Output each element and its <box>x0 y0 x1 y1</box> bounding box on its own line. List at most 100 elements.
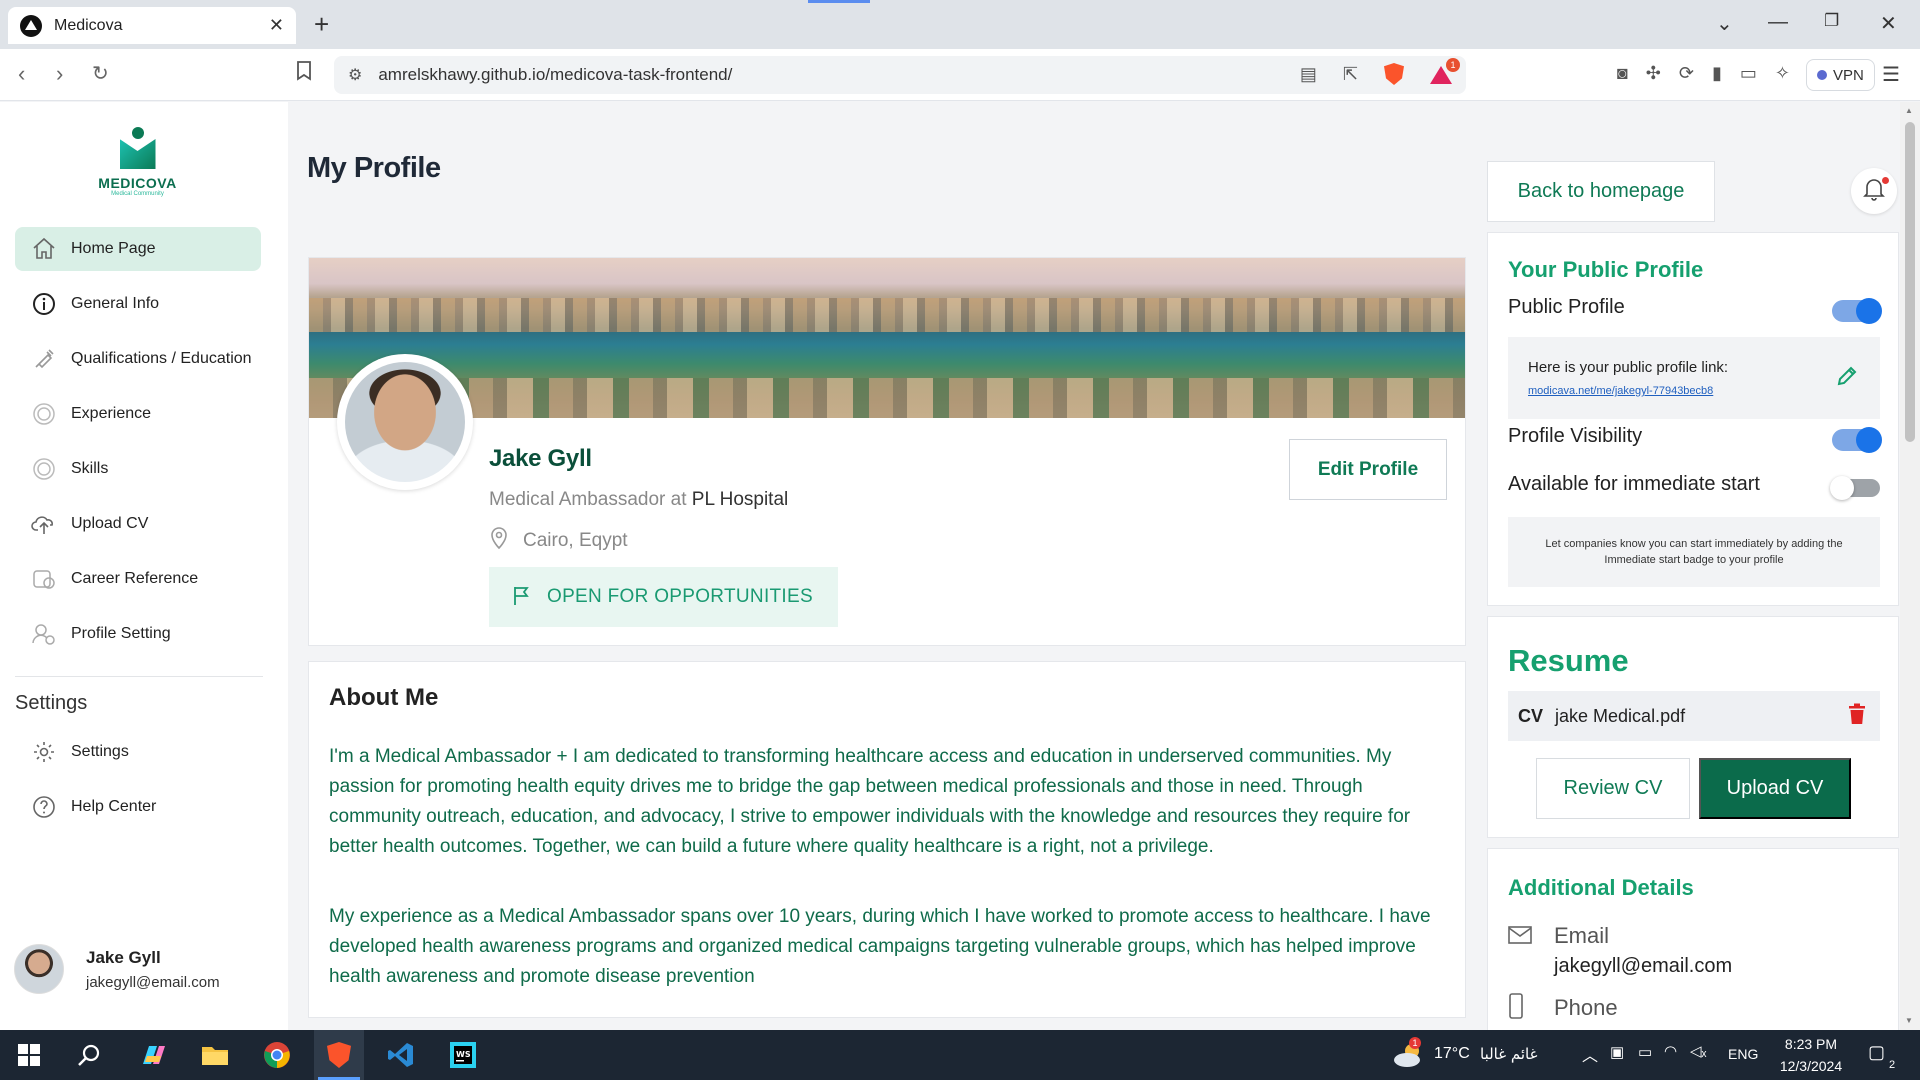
about-card: About Me I'm a Medical Ambassador + I am… <box>308 661 1466 1018</box>
sidebar-user[interactable]: Jake Gyll jakegyll@email.com <box>14 944 220 994</box>
rewards-badge: 1 <box>1446 58 1460 72</box>
window-close-icon[interactable]: ✕ <box>1880 11 1897 36</box>
sidebar-item-general-info[interactable]: General Info <box>15 282 261 326</box>
scroll-down-icon[interactable]: ▼ <box>1905 1016 1913 1025</box>
wallet-icon[interactable]: ▭ <box>1740 63 1757 84</box>
trash-icon[interactable] <box>1848 703 1866 730</box>
notification-dot <box>1882 177 1889 184</box>
share-icon[interactable]: ⇱ <box>1343 64 1358 85</box>
scroll-up-icon[interactable]: ▲ <box>1905 106 1913 115</box>
profile-link-box: Here is your public profile link: modica… <box>1508 337 1880 419</box>
immediate-start-hint: Let companies know you can start immedia… <box>1508 517 1880 587</box>
sidebar-item-settings[interactable]: Settings <box>15 730 261 774</box>
copilot-app[interactable] <box>128 1030 178 1080</box>
leo-icon[interactable]: ⟳ <box>1679 63 1694 84</box>
sidebar-item-qualifications[interactable]: Qualifications / Education <box>15 337 261 381</box>
language-indicator[interactable]: ENG <box>1728 1046 1758 1062</box>
brave-rewards-icon[interactable]: 1 <box>1430 58 1460 84</box>
pencil-edit-icon[interactable] <box>1836 365 1858 392</box>
minimize-icon[interactable]: — <box>1768 11 1788 34</box>
menu-icon[interactable]: ☰ <box>1882 62 1900 87</box>
reader-icon[interactable]: ▤ <box>1300 64 1317 85</box>
medicova-logo[interactable]: MEDICOVA Medical Community <box>95 127 180 202</box>
brave-shields-icon[interactable] <box>1384 63 1404 85</box>
battery-icon[interactable]: ▭ <box>1638 1043 1652 1061</box>
sidebar-item-experience[interactable]: Experience <box>15 392 261 436</box>
search-button[interactable] <box>64 1030 114 1080</box>
sidebar-item-upload-cv[interactable]: Upload CV <box>15 502 261 546</box>
upload-cv-button[interactable]: Upload CV <box>1699 758 1851 819</box>
new-tab-icon[interactable]: + <box>314 10 329 38</box>
file-explorer-app[interactable] <box>190 1030 240 1080</box>
immediate-start-toggle[interactable] <box>1830 476 1880 500</box>
flag-icon <box>511 584 533 611</box>
sidebar-item-home[interactable]: Home Page <box>15 227 261 271</box>
webstorm-app[interactable]: WS <box>438 1030 488 1080</box>
vscode-app[interactable] <box>376 1030 426 1080</box>
ai-icon[interactable]: ✧ <box>1775 63 1790 84</box>
meet-icon[interactable]: ▣ <box>1610 1043 1624 1061</box>
reload-icon[interactable]: ↻ <box>92 61 109 86</box>
cloud-upload-icon <box>31 511 57 537</box>
review-cv-button[interactable]: Review CV <box>1536 758 1690 819</box>
clock-date[interactable]: 12/3/2024 <box>1772 1058 1850 1074</box>
logo-subtext: Medical Community <box>111 191 164 197</box>
screenshot-icon[interactable]: ◙ <box>1617 63 1628 84</box>
logo-text: MEDICOVA <box>98 175 177 191</box>
wifi-icon[interactable]: ◠ <box>1664 1042 1677 1060</box>
phone-icon <box>1508 993 1524 1024</box>
organization-name: PL Hospital <box>691 489 789 510</box>
start-button[interactable] <box>4 1030 54 1080</box>
tab-search-chevron-icon[interactable]: ⌄ <box>1716 11 1733 36</box>
tray-overflow-icon[interactable]: ︿ <box>1582 1042 1598 1066</box>
profile-link-url[interactable]: modicava.net/me/jakegyl-77943becb8 <box>1528 385 1713 397</box>
sidebar-item-label: Career Reference <box>71 570 199 587</box>
sidebar-item-label: General Info <box>71 295 160 312</box>
about-title: About Me <box>329 684 439 711</box>
address-bar[interactable]: ⚙ amrelskhawy.github.io/medicova-task-fr… <box>334 56 1466 94</box>
sidebar-item-label: Help Center <box>71 798 157 815</box>
notification-center-icon[interactable]: ▢ <box>1868 1042 1885 1063</box>
public-profile-toggle[interactable] <box>1832 298 1882 324</box>
weather-temp[interactable]: 17°C <box>1434 1045 1470 1063</box>
chrome-app[interactable] <box>252 1030 302 1080</box>
status-badge: OPEN FOR OPPORTUNITIES <box>489 567 838 627</box>
page-viewport: MEDICOVA Medical Community Home Page Gen… <box>0 102 1920 1038</box>
sidebar-icon[interactable]: ▮ <box>1712 63 1722 84</box>
back-to-homepage-button[interactable]: Back to homepage <box>1487 161 1715 222</box>
badge-icon <box>31 456 57 482</box>
about-paragraph: I'm a Medical Ambassador + I am dedicate… <box>329 746 1411 857</box>
scrollbar-thumb[interactable] <box>1905 122 1915 442</box>
edit-profile-button[interactable]: Edit Profile <box>1289 439 1447 500</box>
weather-condition[interactable]: غائم غالبا <box>1480 1045 1537 1063</box>
bookmark-icon[interactable] <box>296 61 312 87</box>
site-info-icon[interactable]: ⚙ <box>348 65 362 85</box>
immediate-start-label: Available for immediate start <box>1508 473 1760 495</box>
url-text[interactable]: amrelskhawy.github.io/medicova-task-fron… <box>378 65 732 85</box>
sidebar-item-career-reference[interactable]: Career Reference <box>15 557 261 601</box>
page-title: My Profile <box>307 152 441 184</box>
profile-banner-image <box>309 258 1465 418</box>
about-paragraph: My experience as a Medical Ambassador sp… <box>329 906 1431 987</box>
notification-button[interactable] <box>1851 168 1897 214</box>
profile-visibility-label: Profile Visibility <box>1508 425 1643 447</box>
volume-muted-icon[interactable]: ◁ₓ <box>1690 1042 1706 1060</box>
sidebar-item-help-center[interactable]: Help Center <box>15 785 261 829</box>
profile-visibility-toggle[interactable] <box>1832 427 1882 453</box>
forward-icon[interactable]: › <box>56 61 63 87</box>
clock-time[interactable]: 8:23 PM <box>1776 1036 1846 1052</box>
back-icon[interactable]: ‹ <box>18 61 25 87</box>
vpn-button[interactable]: VPN <box>1806 59 1875 91</box>
close-tab-icon[interactable]: ✕ <box>269 15 284 36</box>
restore-icon[interactable]: ❐ <box>1824 11 1839 31</box>
sidebar-item-skills[interactable]: Skills <box>15 447 261 491</box>
sidebar-item-profile-setting[interactable]: Profile Setting <box>15 612 261 656</box>
brave-app[interactable] <box>314 1030 364 1080</box>
page-scrollbar[interactable]: ▲ ▼ <box>1900 102 1920 1030</box>
sidebar-item-label: Home Page <box>71 240 156 257</box>
location-pin-icon <box>489 526 509 555</box>
extensions-icon[interactable]: ✣ <box>1646 63 1661 84</box>
browser-tab[interactable]: Medicova ✕ <box>8 7 296 44</box>
syringe-icon <box>31 346 57 372</box>
windows-logo-icon <box>18 1044 40 1066</box>
